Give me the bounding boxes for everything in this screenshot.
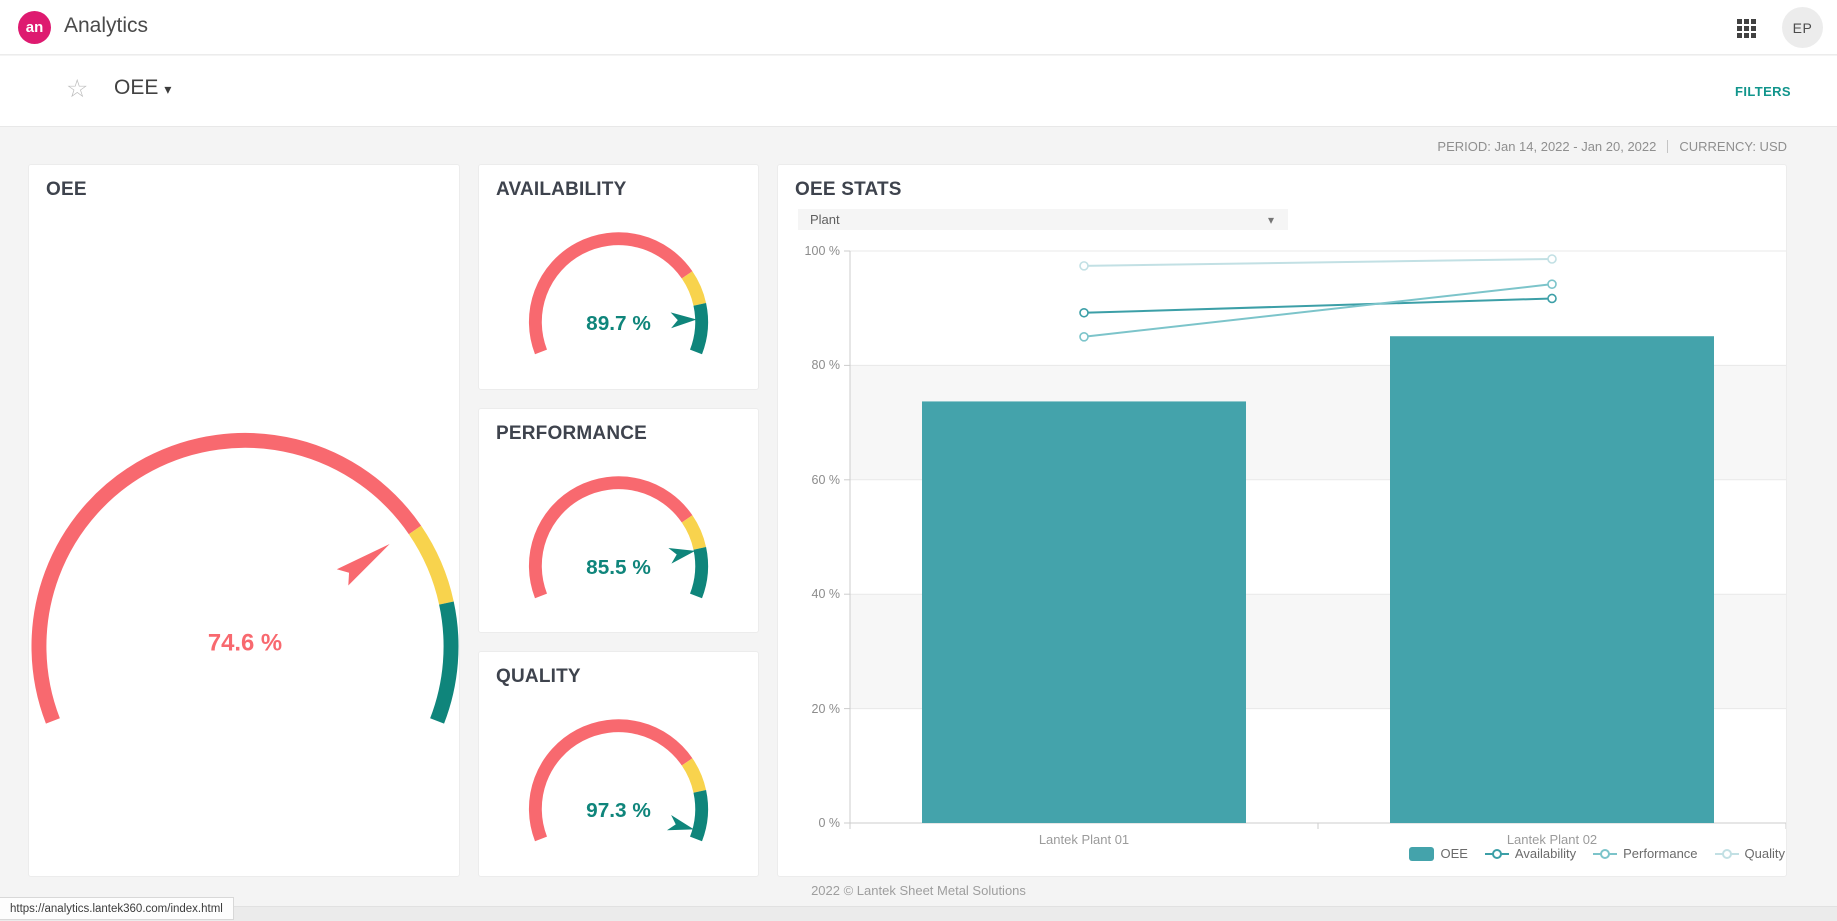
availability-gauge-value: 89.7 % (586, 312, 651, 335)
performance-gauge-card: PERFORMANCE 85.5 % (478, 408, 759, 634)
marker-quality[interactable] (1548, 255, 1556, 263)
chevron-down-icon: ▾ (1268, 213, 1274, 227)
performance-gauge-needle (668, 543, 696, 563)
oee-stats-chart: 0 % 20 % 40 % 60 % 80 % 100 % Lantek Plant 01 L… (778, 165, 1787, 877)
browser-status-url: https://analytics.lantek360.com/index.ht… (0, 897, 234, 920)
card-title: OEE (46, 179, 87, 201)
period-bar: PERIOD: Jan 14, 2022 - Jan 20, 2022 CURR… (0, 128, 1837, 164)
report-toolbar: ☆ OEE ▾ FILTERS (0, 56, 1837, 127)
report-title-dropdown[interactable]: OEE ▾ (114, 76, 171, 100)
app-logo-icon[interactable]: an (18, 11, 51, 44)
legend-swatch-availability (1485, 853, 1509, 855)
legend-swatch-oee (1409, 847, 1434, 861)
legend-swatch-performance (1593, 853, 1617, 855)
y-axis-label: 80 % (788, 358, 840, 372)
marker-quality[interactable] (1080, 262, 1088, 270)
marker-availability[interactable] (1548, 294, 1556, 302)
legend-item-performance[interactable]: Performance (1593, 846, 1697, 861)
oee-gauge: 74.6 % (29, 165, 459, 876)
oee-gauge-card: OEE 74.6 % (28, 164, 460, 877)
filters-button[interactable]: FILTERS (1735, 84, 1791, 99)
horizontal-scrollbar[interactable] (0, 906, 1837, 921)
card-title: PERFORMANCE (496, 423, 647, 445)
oee-stats-card: OEE STATS Plant ▾ 0 % 20 % 40 % 60 % 80 % 100… (777, 164, 1787, 877)
marker-performance[interactable] (1080, 333, 1088, 341)
availability-gauge-needle (671, 312, 697, 329)
availability-gauge-card: AVAILABILITY 89.7 % (478, 164, 759, 390)
chart-canvas (778, 165, 1787, 877)
legend-swatch-quality (1715, 853, 1739, 855)
divider (1667, 140, 1668, 153)
legend-item-availability[interactable]: Availability (1485, 846, 1576, 861)
y-axis-label: 0 % (788, 816, 840, 830)
chevron-down-icon: ▾ (164, 81, 171, 97)
y-axis-label: 20 % (788, 702, 840, 716)
y-axis-label: 60 % (788, 473, 840, 487)
card-title: OEE STATS (795, 179, 902, 201)
card-title: AVAILABILITY (496, 179, 626, 201)
legend-label: OEE (1440, 846, 1467, 861)
marker-availability[interactable] (1080, 309, 1088, 317)
legend-label: Quality (1745, 846, 1785, 861)
period-text: PERIOD: Jan 14, 2022 - Jan 20, 2022 (1437, 139, 1656, 154)
report-title-label: OEE (114, 76, 158, 99)
quality-gauge-value: 97.3 % (586, 799, 651, 822)
user-avatar[interactable]: EP (1782, 7, 1823, 48)
bar-lantek-plant-02[interactable] (1390, 336, 1714, 823)
performance-gauge-value: 85.5 % (586, 555, 651, 578)
favorite-star-icon[interactable]: ☆ (66, 74, 88, 104)
y-axis-label: 100 % (788, 244, 840, 258)
group-by-dropdown[interactable]: Plant ▾ (798, 209, 1288, 230)
x-axis-label: Lantek Plant 02 (1507, 832, 1597, 847)
top-bar: an Analytics EP (0, 0, 1837, 55)
oee-gauge-svg: 74.6 % (29, 165, 459, 876)
x-axis-label: Lantek Plant 01 (1039, 832, 1129, 847)
marker-performance[interactable] (1548, 280, 1556, 288)
chart-legend: OEE Availability Performance Quality (1409, 846, 1785, 861)
bar-lantek-plant-01[interactable] (922, 401, 1246, 823)
copyright-footer: 2022 © Lantek Sheet Metal Solutions (0, 883, 1837, 898)
dropdown-value: Plant (810, 212, 840, 227)
legend-label: Availability (1515, 846, 1576, 861)
currency-text: CURRENCY: USD (1679, 139, 1787, 154)
app-title: Analytics (64, 14, 148, 38)
kpi-column: AVAILABILITY 89.7 % PERFORMANCE 85.5 % Q… (478, 164, 759, 877)
page: an Analytics EP ☆ OEE ▾ FILTERS PERIOD: J… (0, 0, 1837, 921)
legend-label: Performance (1623, 846, 1697, 861)
oee-gauge-value: 74.6 % (208, 629, 282, 656)
legend-item-oee[interactable]: OEE (1409, 846, 1467, 861)
apps-grid-icon[interactable] (1737, 19, 1756, 38)
oee-gauge-needle (337, 536, 396, 586)
dashboard-grid: OEE 74.6 % AVAILABILITY 89.7 % PERFORMAN… (28, 164, 1787, 877)
y-axis-label: 40 % (788, 587, 840, 601)
legend-item-quality[interactable]: Quality (1715, 846, 1785, 861)
card-title: QUALITY (496, 666, 581, 688)
quality-gauge-card: QUALITY 97.3 % (478, 651, 759, 877)
